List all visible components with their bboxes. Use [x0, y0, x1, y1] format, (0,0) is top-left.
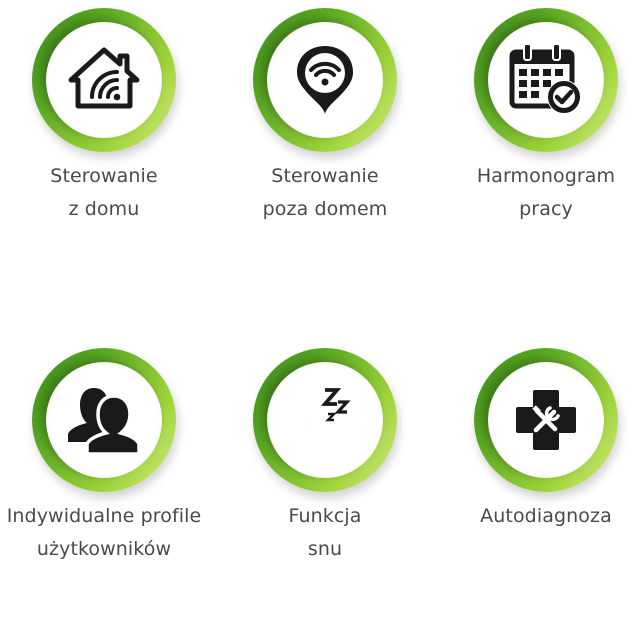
- feature-badge: [32, 348, 176, 492]
- feature-badge-disc: [488, 362, 604, 478]
- feature-badge-disc: [46, 362, 162, 478]
- feature-label-line1: Indywidualne profile: [6, 505, 202, 527]
- feature-label-line2: snu: [307, 538, 343, 560]
- tools-cross-icon: [516, 390, 576, 450]
- feature-badge-disc: [46, 22, 162, 138]
- feature-label: Sterowanie z domu: [0, 160, 224, 226]
- feature-badge: [32, 8, 176, 152]
- feature-label-line2: z domu: [68, 198, 140, 220]
- wifi-location-pin-icon: [297, 46, 353, 114]
- feature-label: Autodiagnoza: [426, 500, 630, 533]
- calendar-check-icon: [509, 43, 581, 114]
- feature-label-line2: pracy: [519, 198, 573, 220]
- feature-badge: [474, 8, 618, 152]
- smart-home-wifi-icon: [68, 47, 140, 109]
- feature-label-line1: Sterowanie: [271, 165, 379, 187]
- feature-label: Indywidualne profile użytkowników: [0, 500, 224, 566]
- feature-label: Harmonogram pracy: [426, 160, 630, 226]
- feature-label: Sterowanie poza domem: [205, 160, 445, 226]
- feature-badge: [253, 8, 397, 152]
- feature-label-line1: Harmonogram: [476, 165, 616, 187]
- feature-label-line1: Autodiagnoza: [480, 505, 612, 527]
- feature-badge-disc: [488, 22, 604, 138]
- feature-label-line1: Sterowanie: [50, 165, 158, 187]
- users-icon: [68, 388, 141, 456]
- feature-badge: [253, 348, 397, 492]
- feature-label-line1: Funkcja: [288, 505, 362, 527]
- feature-badge: [474, 348, 618, 492]
- feature-label-line2: użytkowników: [36, 538, 172, 560]
- feature-badge-disc: [267, 362, 383, 478]
- feature-label-line2: poza domem: [262, 198, 388, 220]
- feature-badge-disc: [267, 22, 383, 138]
- feature-label: Funkcja snu: [205, 500, 445, 566]
- sleep-moon-icon: [307, 388, 351, 443]
